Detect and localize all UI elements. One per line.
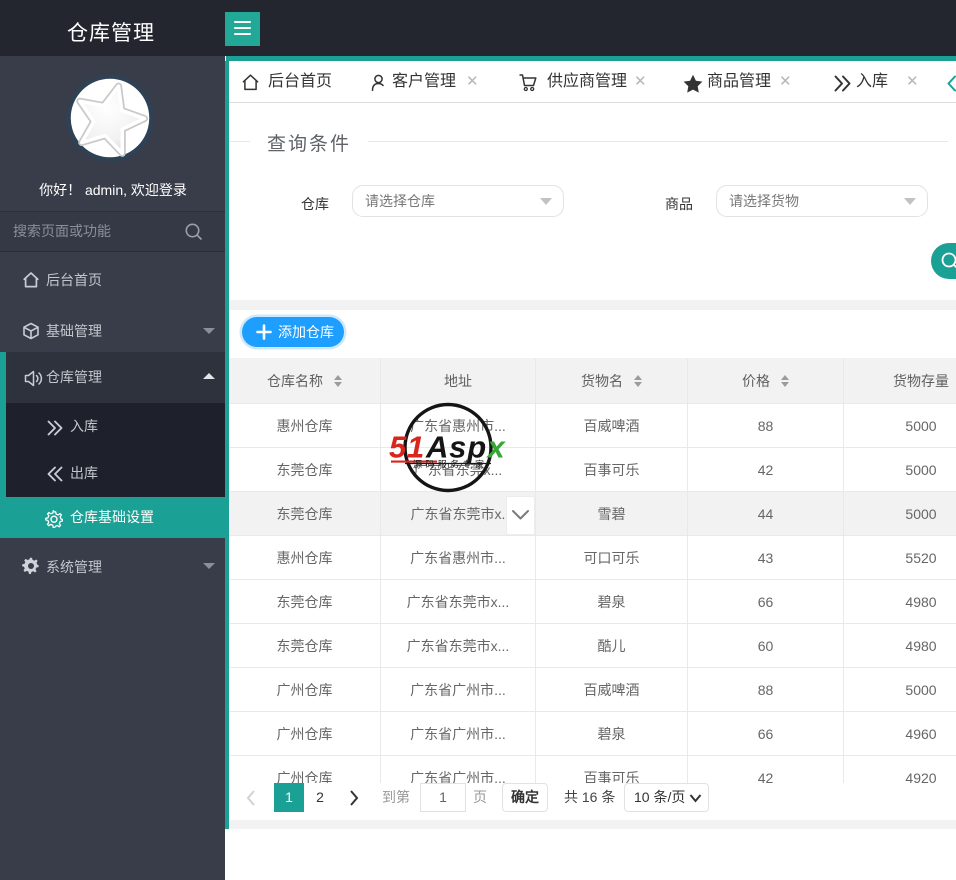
svg-text:x: x [486, 430, 507, 465]
svg-text:源码服务专家: 源码服务专家 [413, 459, 487, 470]
